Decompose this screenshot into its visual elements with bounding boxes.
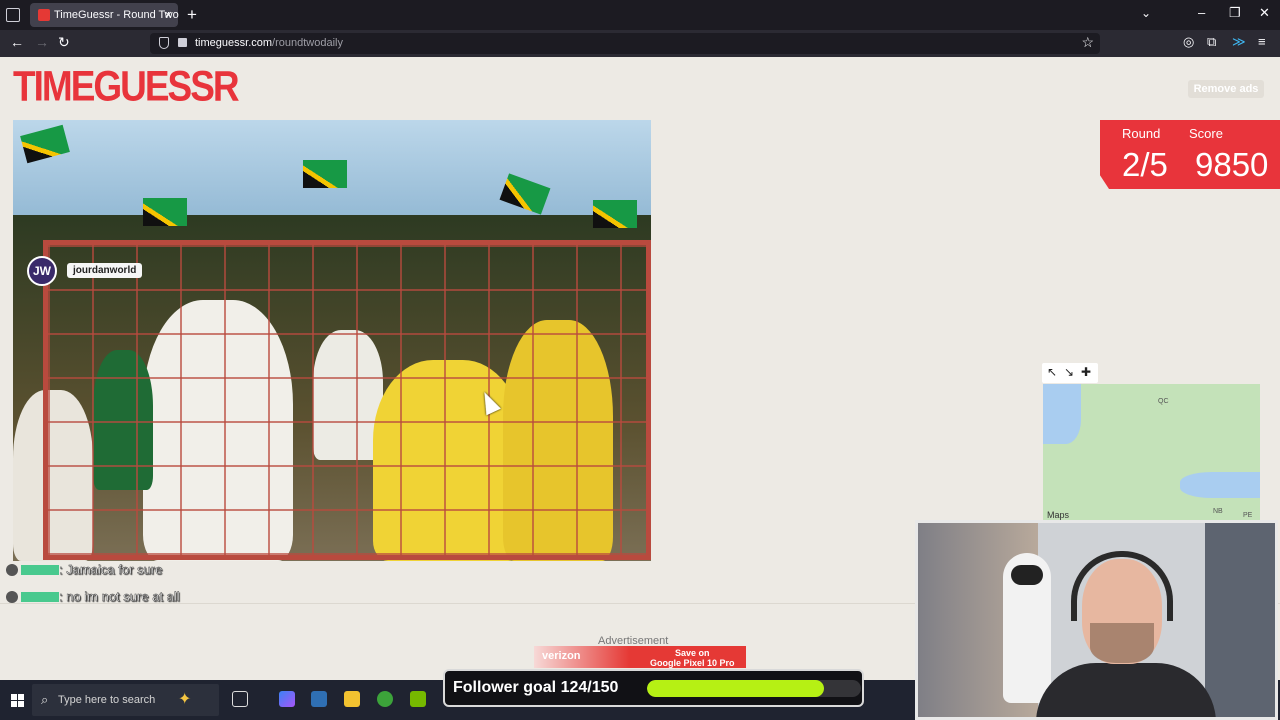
windows-start-icon[interactable] bbox=[11, 694, 24, 707]
sparkle-icon[interactable]: ✦ bbox=[178, 689, 191, 709]
account-icon[interactable]: ◎ bbox=[1183, 34, 1194, 50]
expand-map-icon[interactable]: ↖ bbox=[1047, 365, 1057, 379]
search-icon: ⌕ bbox=[41, 692, 49, 707]
webcam-feed bbox=[915, 520, 1278, 720]
shrink-map-icon[interactable]: ↘ bbox=[1064, 365, 1074, 379]
url-text[interactable]: timeguessr.com/roundtwodaily bbox=[195, 37, 343, 49]
map-water bbox=[1180, 472, 1260, 498]
chat-message: : no im not sure at all bbox=[6, 589, 180, 604]
close-tab-icon[interactable]: × bbox=[164, 7, 172, 22]
follower-goal-progress bbox=[647, 680, 861, 697]
nvidia-icon[interactable] bbox=[410, 691, 426, 707]
forward-arrow-icon[interactable]: → bbox=[35, 34, 49, 50]
extensions-icon[interactable]: ⧉ bbox=[1207, 34, 1216, 50]
browser-tab-bar: TimeGuessr - Round Two × + ⌄ – ❐ ✕ bbox=[0, 0, 1280, 30]
map-size-controls: ↖ ↘ ✚ bbox=[1042, 363, 1098, 383]
restore-icon[interactable]: ❐ bbox=[1229, 5, 1241, 21]
round-value: 2/5 bbox=[1122, 146, 1168, 183]
menu-icon[interactable]: ≡ bbox=[1258, 34, 1266, 49]
chevron-down-icon[interactable]: ⌄ bbox=[1141, 6, 1151, 20]
round-label: Round bbox=[1122, 126, 1161, 141]
browser-tab-active[interactable]: TimeGuessr - Round Two × bbox=[30, 3, 179, 27]
webcam-person-beard bbox=[1090, 623, 1154, 663]
lock-icon[interactable] bbox=[178, 38, 187, 47]
ad-text: Save on Google Pixel 10 Pro bbox=[650, 648, 735, 668]
ad-brand: verizon bbox=[542, 650, 581, 662]
chat-badge-icon bbox=[6, 591, 18, 603]
guess-map[interactable]: QC NB PE Maps bbox=[1043, 384, 1260, 520]
tab-list-icon[interactable] bbox=[6, 8, 20, 22]
score-panel: Round Score 2/5 9850 bbox=[1100, 120, 1280, 189]
tab-title: TimeGuessr - Round Two bbox=[54, 9, 179, 21]
bookmark-star-icon[interactable]: ☆ bbox=[1081, 34, 1094, 51]
pin-map-icon[interactable]: ✚ bbox=[1081, 365, 1091, 379]
webcam-wall bbox=[1205, 523, 1275, 717]
photo-fence bbox=[43, 240, 651, 560]
extension-app-icon[interactable]: ≫ bbox=[1232, 34, 1246, 50]
score-value: 9850 bbox=[1195, 146, 1269, 183]
chat-badge-icon bbox=[6, 564, 18, 576]
chat-message: : Jamaica for sure bbox=[6, 562, 163, 577]
chat-username-redacted bbox=[21, 592, 59, 602]
xbox-icon[interactable] bbox=[377, 691, 393, 707]
shield-icon[interactable] bbox=[159, 37, 169, 49]
chat-username-redacted bbox=[21, 565, 59, 575]
close-window-icon[interactable]: ✕ bbox=[1259, 5, 1270, 21]
steam-icon[interactable] bbox=[311, 691, 327, 707]
follower-goal-text: Follower goal 124/150 bbox=[453, 679, 619, 696]
map-label: QC bbox=[1158, 398, 1169, 405]
url-bar[interactable]: timeguessr.com/roundtwodaily ☆ bbox=[150, 33, 1100, 54]
watermark-avatar: JW bbox=[27, 256, 57, 286]
map-water bbox=[1043, 384, 1081, 444]
back-arrow-icon[interactable]: ← bbox=[10, 34, 24, 50]
webcam-robot-face bbox=[1011, 565, 1043, 585]
task-view-icon[interactable] bbox=[232, 691, 248, 707]
follower-goal-fill bbox=[647, 680, 824, 697]
browser-nav-bar: ← → ↻ timeguessr.com/roundtwodaily ☆ ◎ ⧉… bbox=[0, 30, 1280, 57]
file-explorer-icon[interactable] bbox=[344, 691, 360, 707]
webcam-robot-figure bbox=[1003, 553, 1051, 703]
ad-banner[interactable]: verizon Save on Google Pixel 10 Pro bbox=[534, 646, 746, 668]
search-placeholder: Type here to search bbox=[58, 694, 156, 706]
map-credit: Maps bbox=[1047, 510, 1070, 520]
flag-shape bbox=[593, 200, 637, 228]
taskbar-search[interactable]: ⌕ Type here to search ✦ bbox=[32, 684, 219, 716]
timeguessr-logo[interactable]: TIMEGUESSR bbox=[13, 64, 240, 109]
watermark-name: jourdanworld bbox=[67, 263, 143, 278]
flag-shape bbox=[303, 160, 347, 188]
map-label: PE bbox=[1243, 512, 1253, 519]
round-photo: JW jourdanworld bbox=[13, 120, 651, 561]
new-tab-icon[interactable]: + bbox=[187, 5, 197, 25]
remove-ads-button[interactable]: Remove ads bbox=[1188, 80, 1264, 98]
map-label: NB bbox=[1213, 508, 1223, 515]
webcam-person-body bbox=[1036, 663, 1216, 717]
copilot-icon[interactable] bbox=[279, 691, 295, 707]
reload-icon[interactable]: ↻ bbox=[58, 34, 70, 51]
favicon-icon bbox=[38, 9, 50, 21]
follower-goal-overlay: Follower goal 124/150 bbox=[443, 669, 864, 707]
headset-icon bbox=[1071, 551, 1173, 621]
score-label: Score bbox=[1189, 126, 1223, 141]
flag-shape bbox=[143, 198, 187, 226]
minimize-icon[interactable]: – bbox=[1198, 5, 1205, 20]
